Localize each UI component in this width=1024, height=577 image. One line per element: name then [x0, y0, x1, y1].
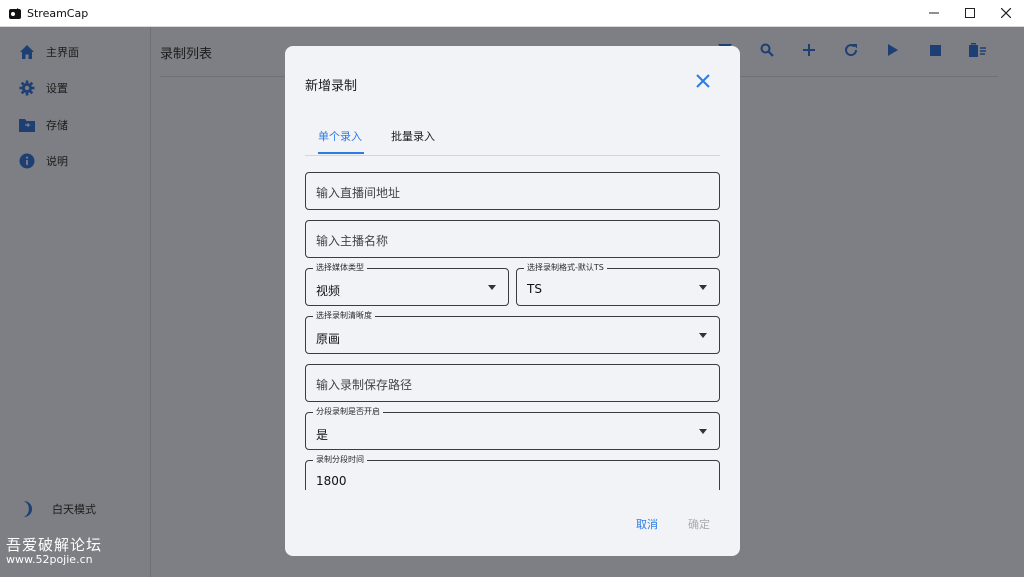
sidebar: 主界面 设置 存储 说明 白天模式 吾爱破解论坛 www.52pojie.cn: [0, 27, 151, 577]
app-logo-icon: [9, 8, 21, 19]
record-format-value: TS: [527, 282, 542, 296]
minimize-icon: [929, 12, 939, 14]
minimize-button[interactable]: [916, 0, 952, 26]
add-recording-dialog: 新增录制 单个录入 批量录入 输入直播间地址 输入主播名称 选择媒体类型 视频 …: [285, 46, 740, 556]
play-button[interactable]: [872, 39, 914, 61]
gear-icon: [18, 79, 36, 97]
sidebar-item-label: 说明: [46, 155, 68, 168]
stream-url-placeholder: 输入直播间地址: [316, 186, 401, 200]
sidebar-item-storage[interactable]: 存储: [18, 116, 68, 134]
cancel-button[interactable]: 取消: [636, 516, 658, 532]
save-path-input[interactable]: 输入录制保存路径: [305, 364, 720, 402]
search-button[interactable]: [746, 39, 788, 61]
stop-button[interactable]: [914, 39, 956, 61]
watermark: 吾爱破解论坛 www.52pojie.cn: [6, 536, 103, 567]
media-type-select[interactable]: 选择媒体类型 视频: [305, 263, 509, 306]
delete-icon: [968, 43, 986, 57]
segment-enabled-select[interactable]: 分段录制是否开启 是: [305, 407, 720, 450]
chevron-down-icon: [488, 285, 496, 290]
theme-toggle[interactable]: 白天模式: [18, 499, 96, 519]
streamer-name-placeholder: 输入主播名称: [316, 234, 389, 248]
theme-toggle-label: 白天模式: [52, 503, 96, 516]
media-type-label: 选择媒体类型: [313, 263, 367, 273]
confirm-button[interactable]: 确定: [688, 516, 710, 532]
sidebar-item-about[interactable]: 说明: [18, 152, 68, 170]
watermark-title: 吾爱破解论坛: [6, 536, 103, 554]
chevron-down-icon: [699, 333, 707, 338]
tab-single-entry[interactable]: 单个录入: [318, 128, 362, 144]
segment-enabled-value: 是: [316, 428, 329, 442]
window-controls: [916, 0, 1024, 26]
add-icon: [803, 44, 815, 56]
segment-time-label: 录制分段时间: [313, 455, 367, 465]
sidebar-item-label: 设置: [46, 82, 68, 95]
window-title: StreamCap: [27, 6, 89, 20]
segment-enabled-label: 分段录制是否开启: [313, 407, 383, 417]
chevron-down-icon: [699, 429, 707, 434]
folder-icon: [18, 116, 36, 134]
delete-button[interactable]: [956, 39, 998, 61]
chevron-down-icon: [699, 285, 707, 290]
record-format-select[interactable]: 选择录制格式-默认TS TS: [516, 263, 720, 306]
sidebar-item-label: 主界面: [46, 46, 79, 59]
media-type-value: 视频: [316, 284, 341, 298]
maximize-button[interactable]: [952, 0, 988, 26]
sidebar-item-settings[interactable]: 设置: [18, 79, 68, 97]
dialog-title: 新增录制: [305, 79, 358, 94]
form-scroll-area[interactable]: 输入直播间地址 输入主播名称 选择媒体类型 视频 选择录制格式-默认TS TS …: [305, 170, 720, 490]
dialog-actions: 取消 确定: [636, 516, 710, 532]
search-icon: [760, 43, 774, 57]
quality-select[interactable]: 选择录制清晰度 原画: [305, 311, 720, 354]
tab-batch-entry[interactable]: 批量录入: [391, 128, 435, 144]
refresh-button[interactable]: [830, 39, 872, 61]
streamer-name-input[interactable]: 输入主播名称: [305, 220, 720, 258]
close-window-button[interactable]: [988, 0, 1024, 26]
stop-icon: [929, 44, 941, 56]
record-format-label: 选择录制格式-默认TS: [524, 263, 607, 273]
watermark-url: www.52pojie.cn: [6, 553, 93, 567]
home-icon: [18, 43, 36, 61]
maximize-icon: [965, 8, 975, 18]
title-bar: StreamCap: [0, 0, 1024, 27]
tab-indicator: [318, 152, 364, 154]
sidebar-item-label: 存储: [46, 119, 68, 132]
close-icon: [1001, 8, 1011, 18]
save-path-placeholder: 输入录制保存路径: [316, 378, 413, 392]
segment-time-value: 1800: [316, 474, 347, 488]
quality-value: 原画: [316, 332, 341, 346]
stream-url-input[interactable]: 输入直播间地址: [305, 172, 720, 210]
info-icon: [18, 152, 36, 170]
page-title: 录制列表: [160, 47, 213, 62]
add-button[interactable]: [788, 39, 830, 61]
quality-label: 选择录制清晰度: [313, 311, 375, 321]
refresh-icon: [845, 44, 858, 57]
moon-icon: [24, 501, 32, 517]
segment-time-input[interactable]: 录制分段时间 1800: [305, 455, 720, 490]
play-icon: [888, 44, 898, 56]
sidebar-item-home[interactable]: 主界面: [18, 43, 79, 61]
tab-bar: 单个录入 批量录入: [305, 122, 720, 156]
toolbar: [704, 39, 998, 61]
close-icon[interactable]: [694, 72, 712, 90]
